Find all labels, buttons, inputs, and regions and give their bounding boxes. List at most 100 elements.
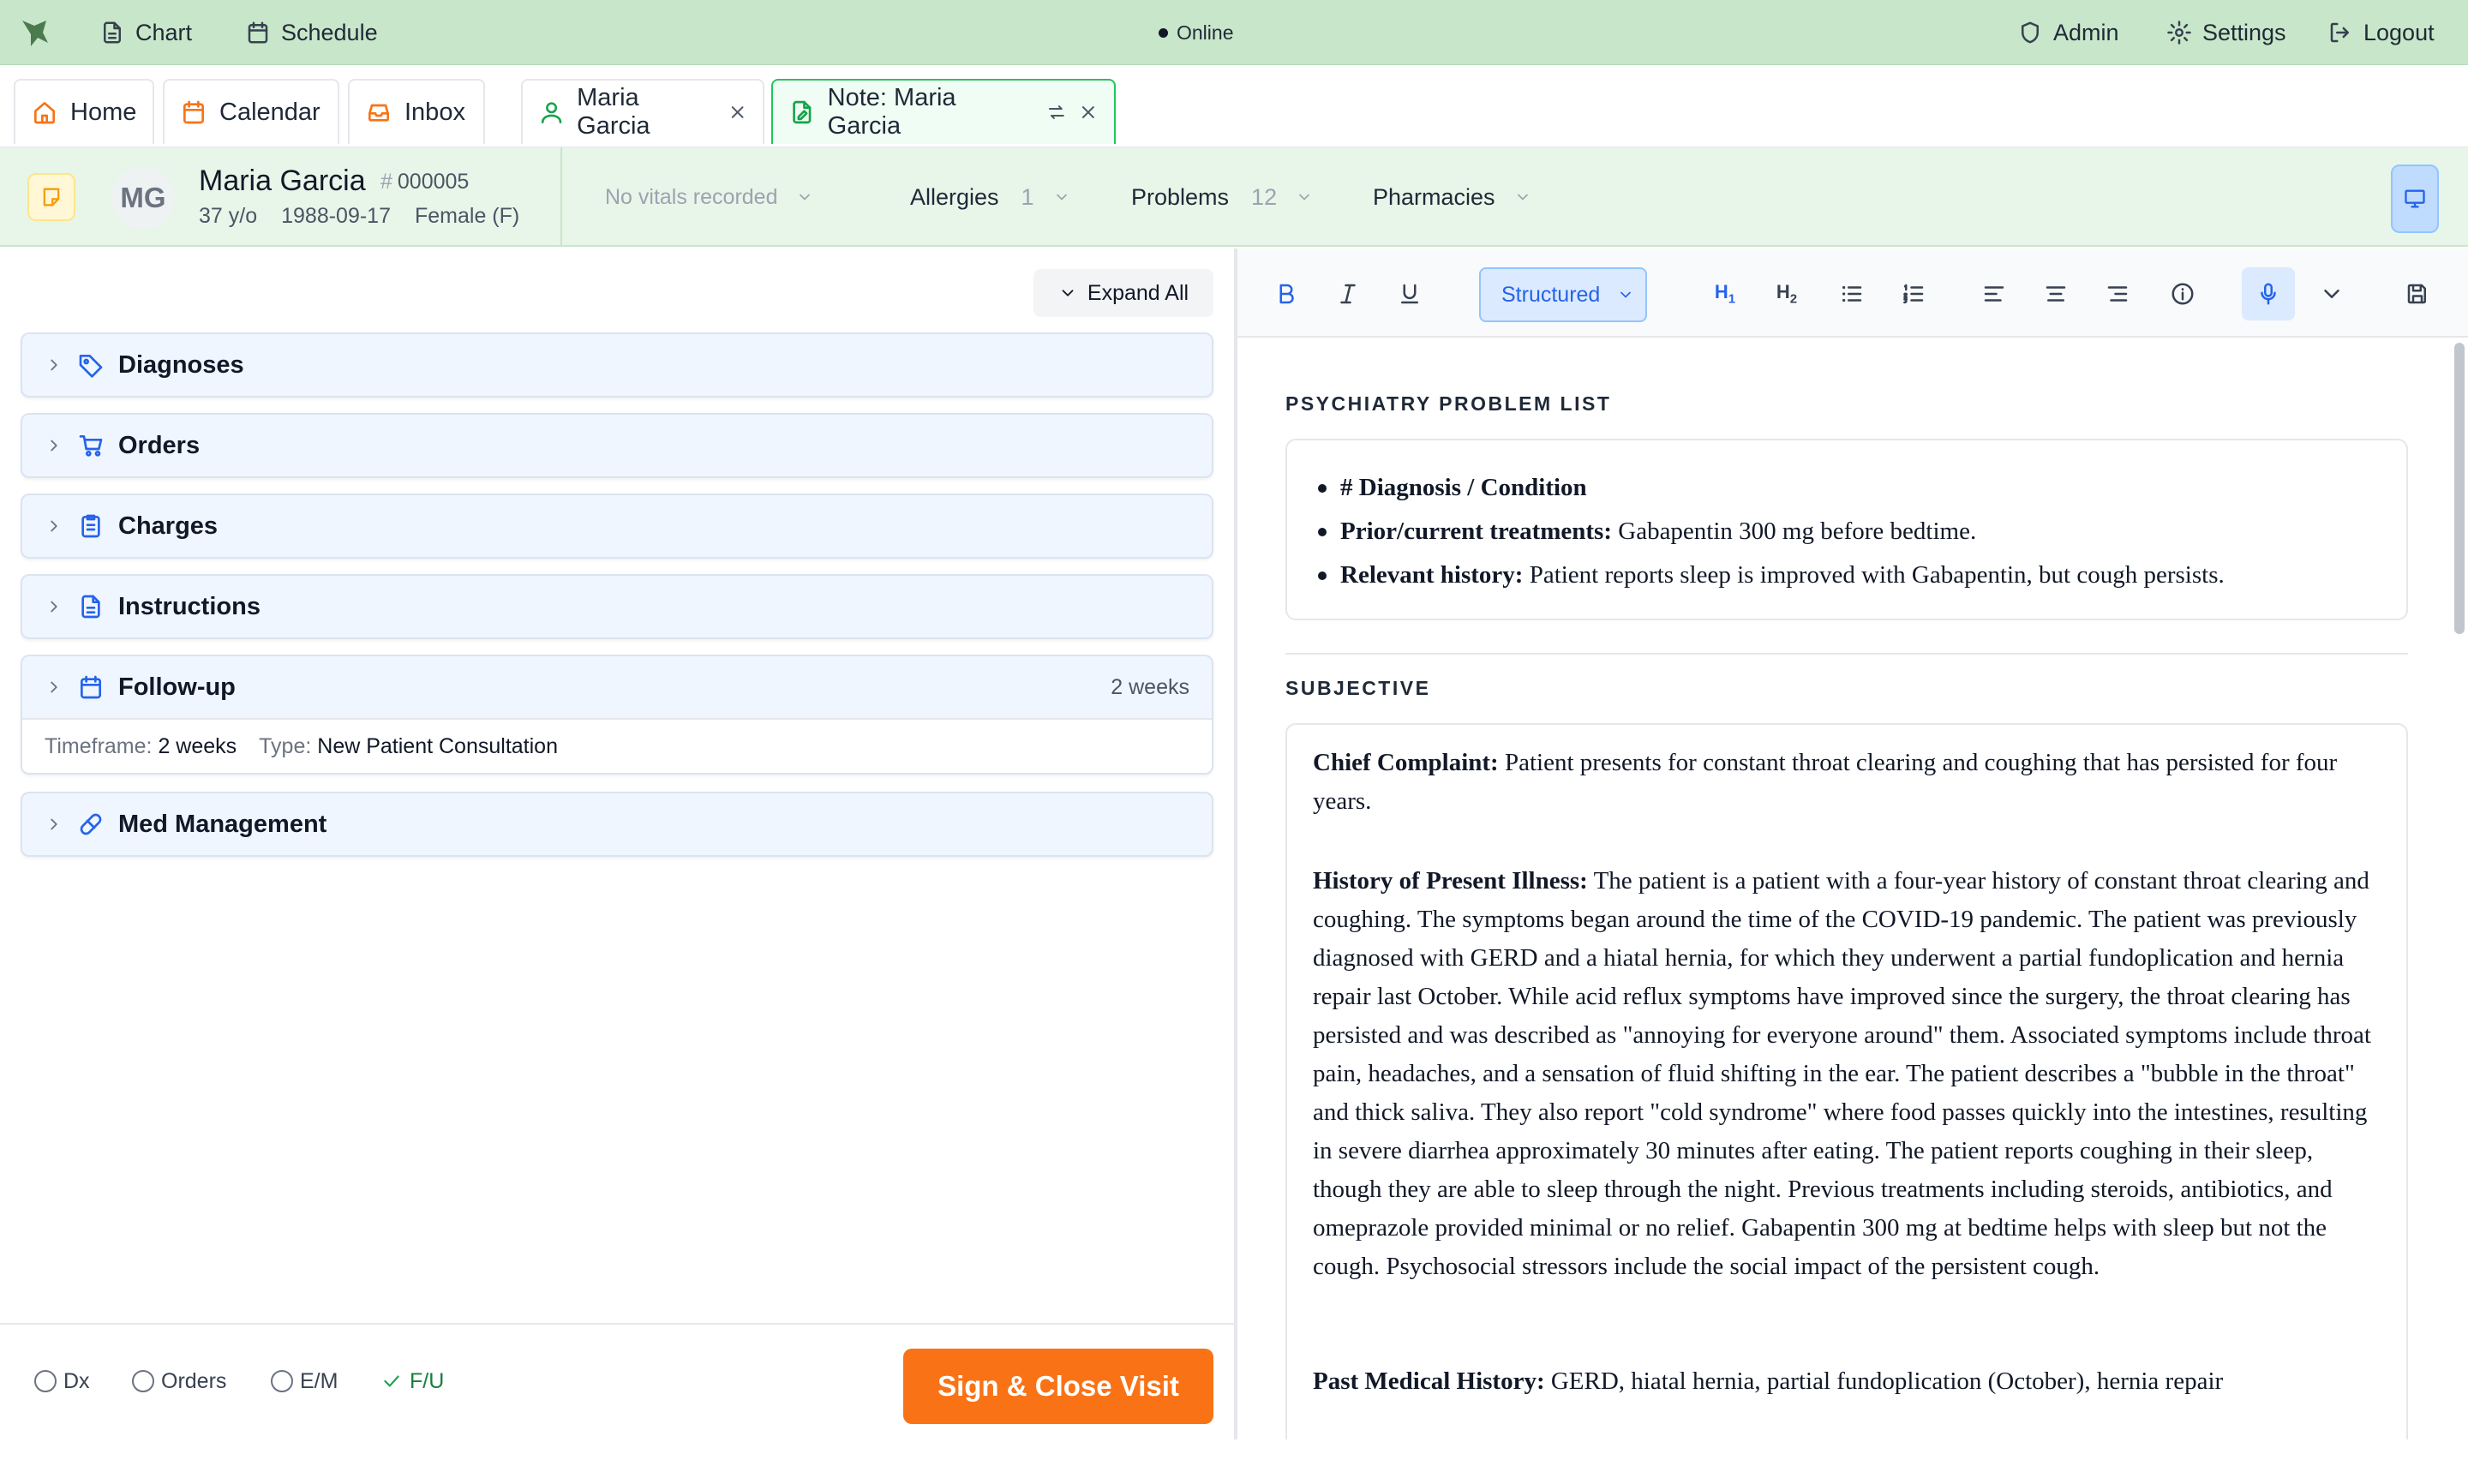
tab-calendar[interactable]: Calendar [163, 79, 339, 144]
section-charges[interactable]: Charges [21, 494, 1213, 559]
heading-1-level: 1 [1728, 291, 1736, 307]
chevron-down-icon [1056, 194, 1067, 200]
section-header[interactable]: Instructions [22, 576, 1212, 637]
section-orders[interactable]: Orders [21, 413, 1213, 478]
timeframe-field: Timeframe: 2 weeks [45, 734, 237, 759]
section-med-management[interactable]: Med Management [21, 792, 1213, 857]
underline-icon [1401, 284, 1418, 304]
item-label: Prior/current treatments: [1340, 518, 1612, 545]
subjective-box[interactable]: Chief Complaint: Patient presents for co… [1285, 723, 2408, 1439]
section-follow-up[interactable]: Follow-up 2 weeks Timeframe: 2 weeks Typ… [21, 655, 1213, 775]
align-right-button[interactable] [2091, 267, 2144, 320]
section-header[interactable]: Diagnoses [22, 334, 1212, 396]
unchecked-circle-icon [271, 1370, 293, 1392]
nav-logout[interactable]: Logout [2327, 0, 2435, 65]
expand-all-label: Expand All [1087, 280, 1189, 305]
underline-button[interactable] [1383, 267, 1436, 320]
section-title: Follow-up [118, 673, 236, 701]
chevron-down-icon [800, 194, 811, 200]
chevron-down-icon [1620, 291, 1632, 298]
nav-settings[interactable]: Settings [2166, 0, 2286, 65]
chevron-right-icon [51, 440, 57, 452]
tab-inbox-label: Inbox [404, 98, 465, 126]
pharmacies-label: Pharmacies [1373, 183, 1495, 210]
save-icon [2407, 284, 2426, 304]
align-left-button[interactable] [1968, 267, 2021, 320]
tab-inbox[interactable]: Inbox [348, 79, 485, 144]
microphone-icon [2261, 283, 2276, 305]
section-header[interactable]: Follow-up 2 weeks [22, 656, 1212, 718]
problem-list-box[interactable]: # Diagnosis / Condition Prior/current tr… [1285, 439, 2408, 620]
pharmacies-dropdown[interactable]: Pharmacies [1373, 147, 1531, 247]
heading-2-letter: H [1776, 281, 1790, 303]
save-button[interactable] [2391, 267, 2444, 320]
clipboard-icon [81, 514, 100, 538]
vitals-label: No vitals recorded [605, 184, 778, 209]
nav-chart[interactable]: Chart [99, 0, 192, 65]
calendar-icon [183, 100, 204, 124]
visit-footer: Dx Orders E/M F/U Sign & Close Visit [0, 1323, 1234, 1436]
patient-mrn: #000005 [380, 170, 470, 194]
cart-icon [79, 435, 103, 457]
nav-admin[interactable]: Admin [2017, 0, 2119, 65]
align-center-icon [2046, 286, 2066, 302]
note-icon [793, 100, 812, 124]
align-center-button[interactable] [2029, 267, 2082, 320]
heading-1-label: H1 [1715, 281, 1735, 306]
sign-close-visit-button[interactable]: Sign & Close Visit [903, 1349, 1213, 1424]
tab-note[interactable]: Note: Maria Garcia [771, 79, 1116, 144]
section-header[interactable]: Med Management [22, 793, 1212, 855]
chevron-down-icon [1299, 194, 1309, 200]
problems-dropdown[interactable]: Problems 12 [1131, 147, 1313, 247]
unchecked-circle-icon [34, 1370, 57, 1392]
app-logo-icon[interactable] [17, 14, 55, 51]
section-header[interactable]: Charges [22, 495, 1212, 557]
heading-2-button[interactable]: H2 [1760, 267, 1813, 320]
section-diagnoses[interactable]: Diagnoses [21, 332, 1213, 398]
tab-bar: Home Calendar Inbox Maria Garcia Note: M… [0, 65, 2468, 202]
editor-scrollbar[interactable] [2454, 343, 2465, 634]
info-button[interactable] [2156, 267, 2209, 320]
nav-schedule[interactable]: Schedule [245, 0, 378, 65]
tab-patient-label: Maria Garcia [577, 84, 650, 140]
heading-1-button[interactable]: H1 [1698, 267, 1752, 320]
bold-icon [1279, 284, 1294, 304]
checklist-orders[interactable]: Orders [132, 1325, 226, 1438]
more-options-button[interactable] [2305, 267, 2358, 320]
patient-name[interactable]: Maria Garcia [199, 165, 366, 198]
note-format-select[interactable]: Structured [1479, 267, 1647, 322]
list-item: # Diagnosis / Condition [1318, 466, 2406, 510]
heading-2-label: H2 [1776, 281, 1797, 306]
italic-button[interactable] [1321, 267, 1375, 320]
inbox-icon [368, 104, 389, 122]
type-value: New Patient Consultation [317, 733, 558, 758]
note-format-value: Structured [1501, 282, 1601, 307]
dictation-button[interactable] [2242, 267, 2295, 320]
vitals-dropdown[interactable]: No vitals recorded [605, 147, 813, 247]
checklist-fu[interactable]: F/U [380, 1325, 444, 1438]
logout-icon [2330, 22, 2349, 43]
close-icon[interactable] [1078, 102, 1099, 123]
note-document[interactable]: PSYCHIATRY PROBLEM LIST # Diagnosis / Co… [1237, 339, 2451, 1439]
chevron-right-icon [51, 359, 57, 371]
list-item: Relevant history: Patient reports sleep … [1318, 554, 2406, 597]
bold-button[interactable] [1260, 267, 1313, 320]
tab-home[interactable]: Home [14, 79, 154, 144]
nav-admin-label: Admin [2053, 19, 2119, 45]
swap-icon[interactable] [1046, 102, 1067, 123]
expand-all-button[interactable]: Expand All [1033, 269, 1213, 317]
checklist-em[interactable]: E/M [271, 1325, 338, 1438]
section-title: Diagnoses [118, 350, 244, 379]
section-instructions[interactable]: Instructions [21, 574, 1213, 639]
close-icon[interactable] [728, 102, 747, 123]
section-header[interactable]: Orders [22, 415, 1212, 476]
sticky-note-button[interactable] [27, 173, 75, 221]
monitor-toggle-button[interactable] [2391, 165, 2439, 233]
numbered-list-button[interactable] [1887, 267, 1940, 320]
tab-patient[interactable]: Maria Garcia [521, 79, 764, 144]
mrn-value: 000005 [397, 170, 470, 194]
bullet-list-button[interactable] [1825, 267, 1878, 320]
allergies-dropdown[interactable]: Allergies 1 [910, 147, 1070, 247]
pill-icon [80, 813, 102, 835]
checklist-dx[interactable]: Dx [34, 1325, 90, 1438]
